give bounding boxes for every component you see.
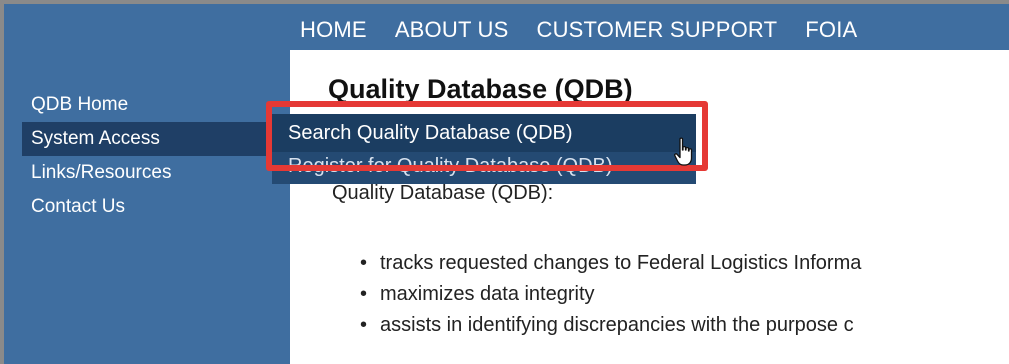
sidebar-item-contact-us[interactable]: Contact Us <box>22 190 294 224</box>
hand-pointer-icon <box>674 137 693 166</box>
list-item: assists in identifying discrepancies wit… <box>360 310 861 341</box>
sidebar-item-links-resources[interactable]: Links/Resources <box>22 156 294 190</box>
sidebar: QDB Home System Access Links/Resources C… <box>22 88 294 224</box>
highlight-box <box>266 101 708 171</box>
main-content: Quality Database (QDB) Quality Database … <box>290 50 1009 364</box>
feature-list: tracks requested changes to Federal Logi… <box>360 248 861 341</box>
intro-text: Quality Database (QDB): <box>332 182 554 204</box>
list-item: maximizes data integrity <box>360 279 861 310</box>
sidebar-item-system-access[interactable]: System Access <box>22 122 294 156</box>
nav-customer-support[interactable]: CUSTOMER SUPPORT <box>536 17 777 43</box>
top-navigation: HOME ABOUT US CUSTOMER SUPPORT FOIA <box>300 8 857 52</box>
sidebar-item-qdb-home[interactable]: QDB Home <box>22 88 294 122</box>
nav-about-us[interactable]: ABOUT US <box>395 17 509 43</box>
nav-foia[interactable]: FOIA <box>805 17 857 43</box>
list-item: tracks requested changes to Federal Logi… <box>360 248 861 279</box>
nav-home[interactable]: HOME <box>300 17 367 43</box>
